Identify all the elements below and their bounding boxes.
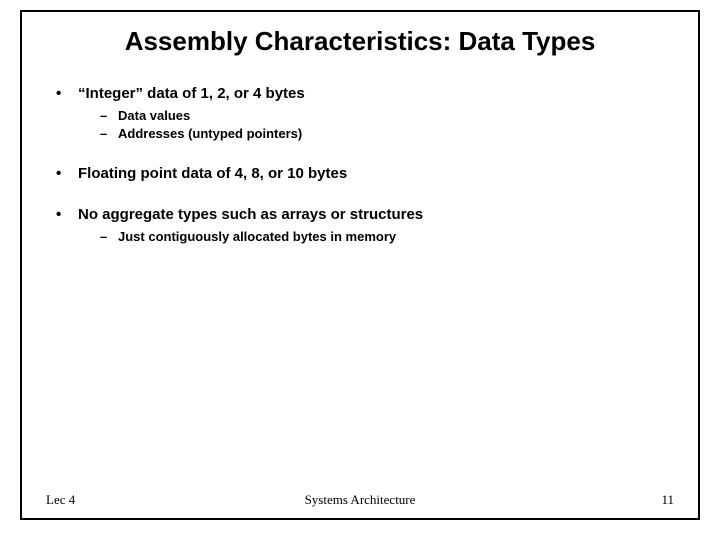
sub-bullet-item: Just contiguously allocated bytes in mem… [100,229,680,244]
footer-center: Systems Architecture [255,492,464,508]
bullet-item: No aggregate types such as arrays or str… [56,206,680,244]
bullet-text: No aggregate types such as arrays or str… [78,206,423,223]
footer-left: Lec 4 [46,492,255,508]
bullet-list: “Integer” data of 1, 2, or 4 bytes Data … [40,85,680,244]
slide-title: Assembly Characteristics: Data Types [40,26,680,57]
slide-content: “Integer” data of 1, 2, or 4 bytes Data … [40,85,680,492]
footer-right: 11 [465,492,674,508]
sub-bullet-list: Just contiguously allocated bytes in mem… [78,229,680,244]
bullet-item: “Integer” data of 1, 2, or 4 bytes Data … [56,85,680,141]
bullet-item: Floating point data of 4, 8, or 10 bytes [56,165,680,182]
slide-frame: Assembly Characteristics: Data Types “In… [20,10,700,520]
sub-bullet-list: Data values Addresses (untyped pointers) [78,108,680,141]
bullet-text: Floating point data of 4, 8, or 10 bytes [78,165,347,182]
bullet-text: “Integer” data of 1, 2, or 4 bytes [78,85,305,102]
sub-bullet-item: Addresses (untyped pointers) [100,126,680,141]
sub-bullet-item: Data values [100,108,680,123]
slide-footer: Lec 4 Systems Architecture 11 [40,492,680,510]
